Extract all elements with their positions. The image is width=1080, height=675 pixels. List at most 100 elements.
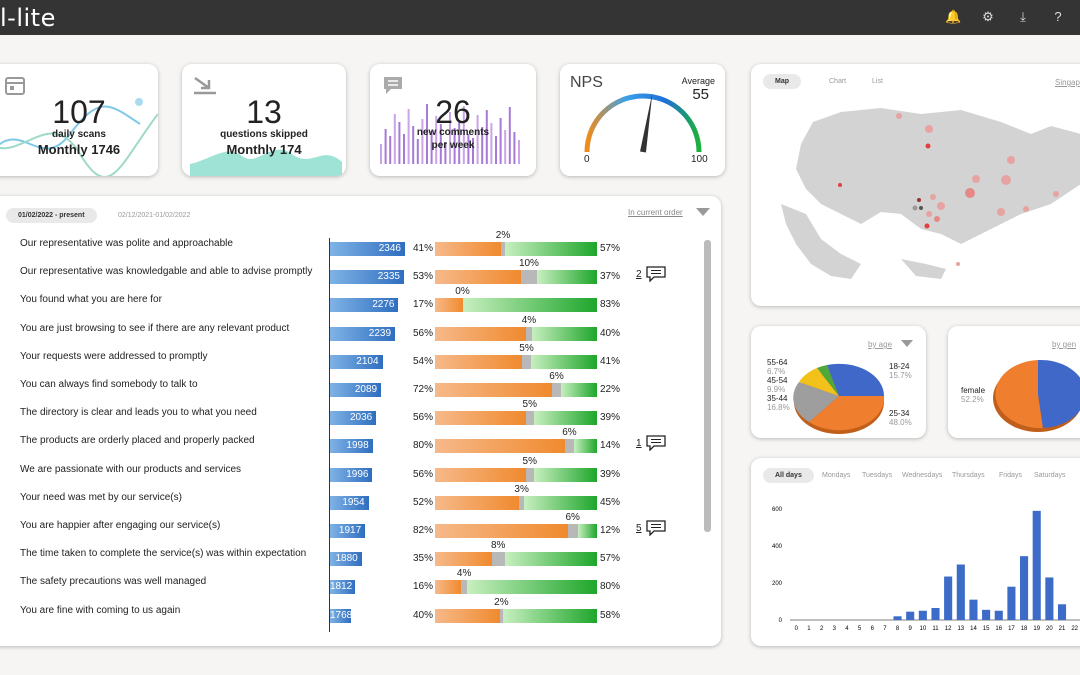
- response-count-bar: 1996: [330, 467, 373, 482]
- comment-bubble-icon[interactable]: [646, 266, 666, 283]
- positive-segment: [561, 383, 597, 397]
- negative-percent: 35%: [412, 553, 433, 565]
- question-text: You can always find somebody to talk to: [20, 379, 198, 390]
- singapore-map[interactable]: [751, 64, 1080, 306]
- neutral-percent: 6%: [562, 427, 577, 439]
- x-tick-label: 1: [807, 626, 811, 632]
- positive-segment: [504, 242, 597, 256]
- positive-segment: [574, 439, 597, 454]
- neutral-segment: [525, 467, 534, 482]
- hour-bar[interactable]: [982, 609, 991, 620]
- nps-card[interactable]: NPS Average 55 0 100: [560, 64, 725, 176]
- question-text: Your need was met by our service(s): [20, 491, 182, 503]
- response-count-bar: 1917: [330, 524, 366, 538]
- comment-count-link[interactable]: 2: [636, 269, 642, 280]
- gender-legend-female: female 52.2%: [961, 386, 986, 404]
- bell-icon[interactable]: 🔔: [945, 9, 961, 25]
- age-legend-25-34: 25-34 48.0%: [889, 409, 912, 427]
- sentiment-bar[interactable]: [435, 242, 597, 256]
- survey-questions-card: 01/02/2022 - present 02/12/2021-01/02/20…: [0, 196, 721, 646]
- sentiment-bar[interactable]: [435, 524, 597, 538]
- hour-bar[interactable]: [944, 576, 953, 620]
- hour-bar[interactable]: [1007, 586, 1016, 620]
- hour-bar[interactable]: [969, 599, 978, 620]
- sentiment-bar[interactable]: [435, 439, 597, 454]
- kpi-questions-skipped-card[interactable]: 13 questions skipped Monthly 174: [182, 64, 346, 176]
- sentiment-bar[interactable]: [435, 608, 597, 623]
- comment-bubble-icon[interactable]: [646, 520, 666, 536]
- neutral-percent: 2%: [495, 230, 511, 241]
- kpi-new-comments-card[interactable]: 26 new comments per week: [370, 64, 536, 176]
- sentiment-bar[interactable]: [435, 411, 597, 426]
- y-tick-label: 200: [772, 581, 783, 587]
- response-count: 1768: [330, 609, 353, 621]
- comment-count-link[interactable]: 1: [636, 438, 642, 449]
- positive-percent: 57%: [600, 243, 621, 254]
- negative-segment: [435, 495, 520, 510]
- positive-percent: 37%: [600, 271, 621, 283]
- sentiment-bar[interactable]: [435, 383, 597, 397]
- positive-segment: [577, 524, 597, 538]
- response-count: 2239: [368, 327, 392, 339]
- positive-segment: [503, 608, 597, 623]
- x-tick-label: 15: [983, 626, 990, 632]
- gender-breakdown-card: by gen female 52.2%: [948, 326, 1080, 438]
- sentiment-bar[interactable]: [435, 298, 597, 313]
- hour-bar[interactable]: [1045, 577, 1054, 620]
- negative-segment: [435, 439, 565, 454]
- download-icon[interactable]: ⤓: [1015, 9, 1031, 25]
- hour-bar[interactable]: [893, 616, 902, 620]
- x-tick-label: 14: [970, 626, 977, 632]
- hour-bar[interactable]: [906, 611, 915, 620]
- x-tick-label: 13: [957, 626, 964, 632]
- hour-bar[interactable]: [1020, 556, 1029, 620]
- sentiment-bar[interactable]: [435, 467, 597, 482]
- question-text: We are passionate with our products and …: [20, 463, 242, 475]
- kpi-label: questions skipped: [220, 129, 308, 140]
- sentiment-bar[interactable]: [435, 580, 597, 595]
- sentiment-bar[interactable]: [435, 552, 597, 567]
- comment-bubble-icon[interactable]: [646, 435, 666, 452]
- hour-bar[interactable]: [1057, 604, 1067, 620]
- negative-segment: [435, 298, 463, 313]
- sentiment-bar[interactable]: [435, 326, 597, 341]
- positive-segment: [533, 467, 597, 482]
- sentiment-bar[interactable]: [435, 495, 597, 510]
- neutral-percent: 4%: [456, 568, 472, 580]
- neutral-percent: 8%: [490, 540, 506, 552]
- x-tick-label: 7: [883, 626, 887, 632]
- gender-pie-chart: [993, 359, 1080, 432]
- help-icon[interactable]: ?: [1050, 9, 1066, 25]
- neutral-percent: 5%: [522, 399, 537, 411]
- sentiment-bar[interactable]: [435, 270, 597, 285]
- question-text: You are happier after engaging our servi…: [20, 520, 221, 531]
- question-text: The products are orderly placed and prop…: [20, 435, 255, 447]
- kpi-daily-scans-card[interactable]: 107 daily scans Monthly 1746: [0, 64, 158, 176]
- hour-bar[interactable]: [1032, 510, 1041, 620]
- response-count: 2089: [354, 384, 378, 395]
- comment-icon: [384, 77, 402, 94]
- sentiment-bar[interactable]: [435, 354, 597, 369]
- scrollbar[interactable]: [704, 240, 711, 532]
- question-text: Our representative was knowledgable and …: [20, 266, 313, 278]
- positive-segment: [524, 495, 597, 510]
- hour-bar[interactable]: [956, 564, 965, 621]
- negative-segment: [435, 467, 526, 482]
- response-count-bar: 2276: [330, 298, 399, 313]
- hour-bar[interactable]: [931, 607, 940, 620]
- x-tick-label: 10: [920, 626, 927, 632]
- negative-segment: [435, 242, 502, 256]
- hour-bar[interactable]: [918, 610, 927, 620]
- positive-percent: 45%: [600, 496, 621, 508]
- negative-percent: 82%: [412, 525, 433, 536]
- kpi-value: 26: [435, 94, 471, 130]
- negative-percent: 52%: [412, 496, 433, 508]
- negative-percent: 56%: [412, 412, 433, 424]
- age-legend-18-24: 18-24 15.7%: [889, 362, 912, 380]
- gear-icon[interactable]: ⚙: [980, 9, 996, 25]
- x-tick-label: 21: [1059, 626, 1066, 632]
- comment-count-link[interactable]: 5: [636, 523, 642, 534]
- skip-arrow-icon: [194, 76, 216, 95]
- hour-bar[interactable]: [994, 610, 1003, 620]
- positive-percent: 12%: [600, 525, 621, 536]
